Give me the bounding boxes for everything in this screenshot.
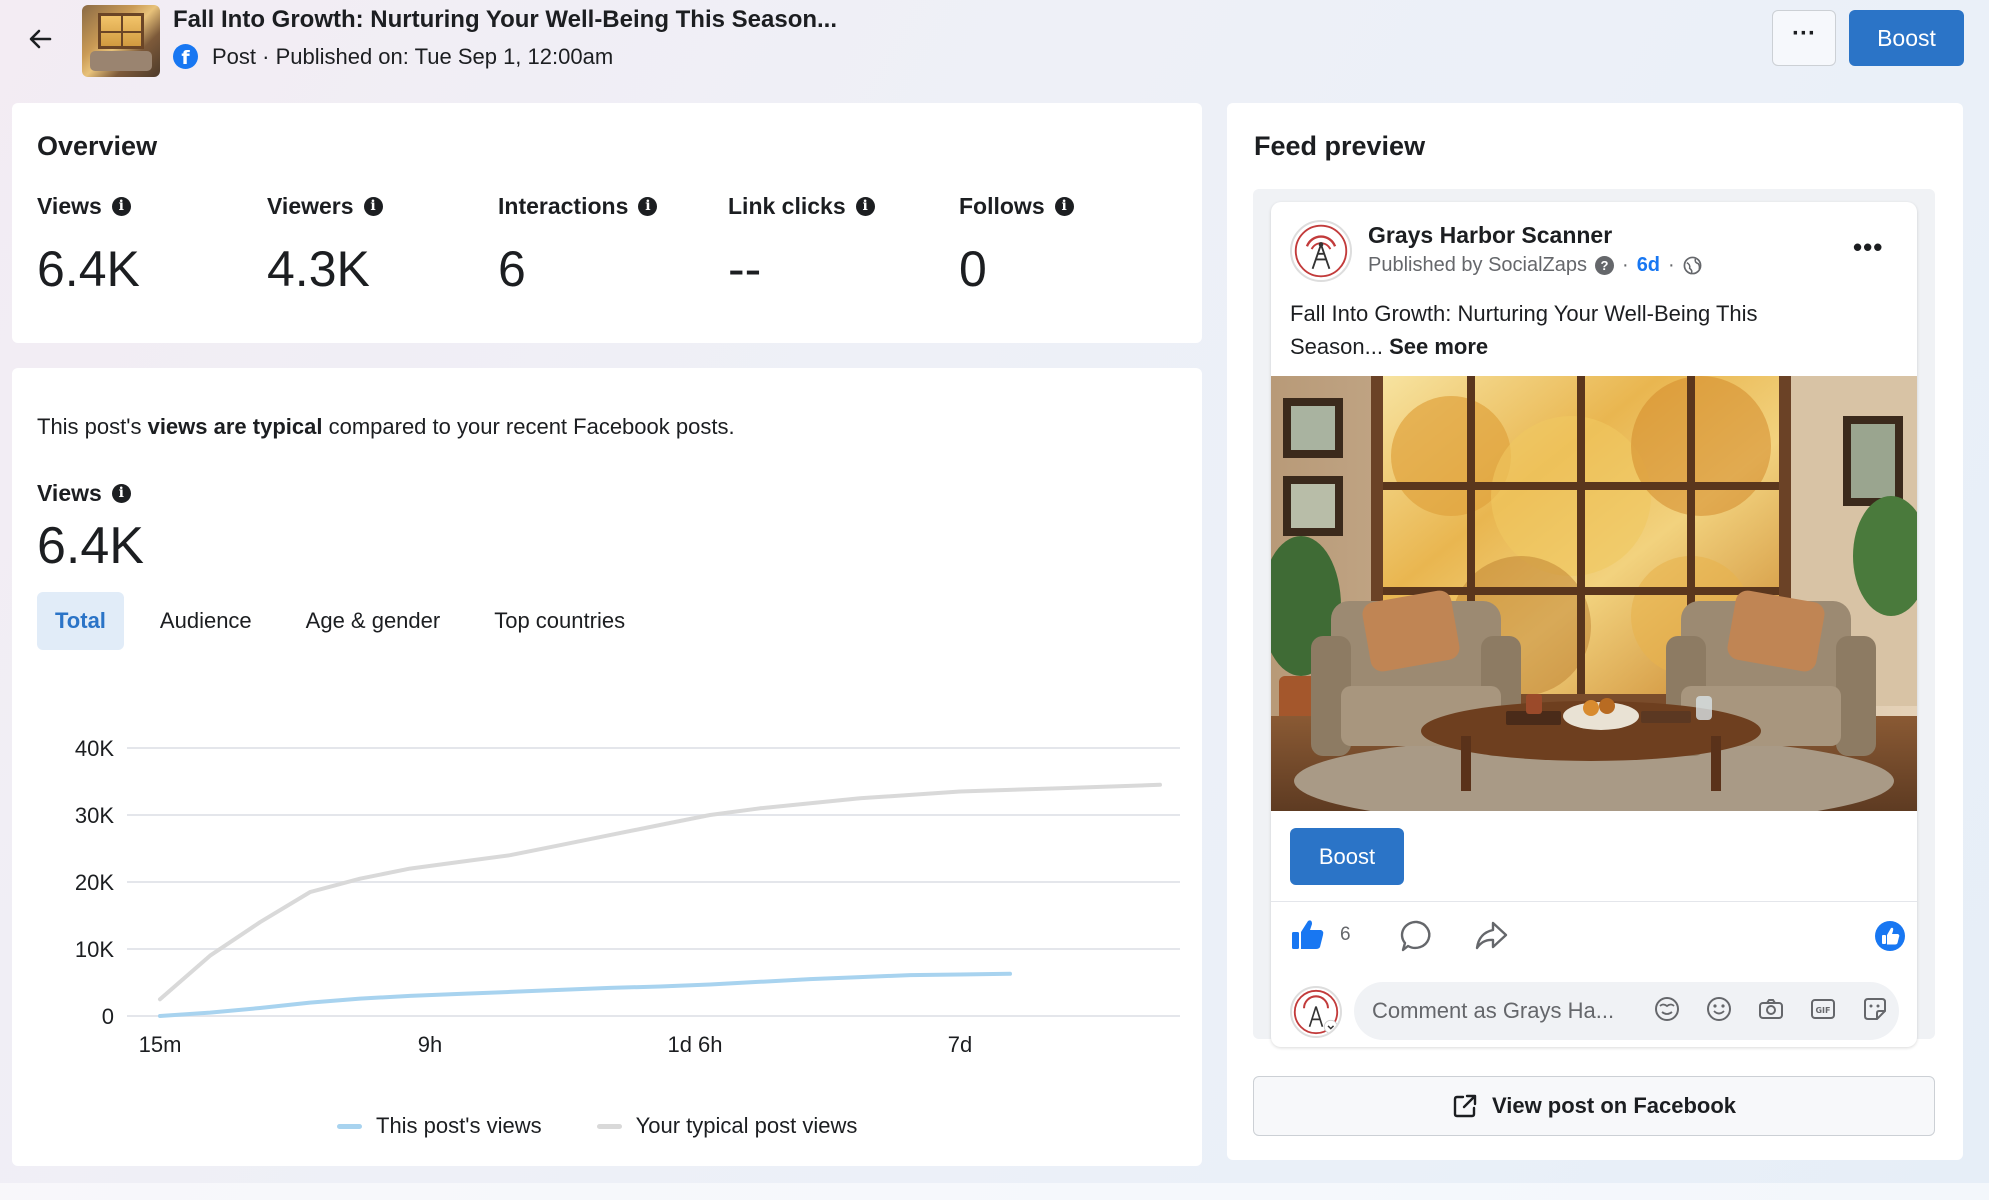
y-tick-label: 20K	[75, 870, 114, 895]
gif-icon[interactable]: GIF	[1808, 994, 1838, 1024]
post-age-link[interactable]: 6d	[1637, 254, 1660, 277]
summary-bold: views are typical	[147, 414, 323, 439]
see-more-link[interactable]: See more	[1389, 334, 1488, 359]
tab-top-countries[interactable]: Top countries	[476, 592, 643, 650]
post-boost-button[interactable]: Boost	[1290, 828, 1404, 885]
metric-interactions: Interactions i 6	[498, 193, 658, 298]
legend-item-this-post: This post's views	[337, 1113, 542, 1139]
metric-label: Viewers	[267, 193, 354, 219]
y-tick-label: 30K	[75, 803, 114, 828]
metric-value: 4.3K	[267, 241, 370, 297]
info-icon[interactable]: i	[1054, 197, 1074, 216]
y-tick-label: 40K	[75, 736, 114, 761]
camera-icon[interactable]	[1756, 994, 1786, 1024]
summary-prefix: This post's	[37, 414, 148, 439]
tab-total[interactable]: Total	[37, 592, 124, 650]
feed-preview-frame: Grays Harbor Scanner Published by Social…	[1253, 189, 1935, 1047]
views-tabs: Total Audience Age & gender Top countrie…	[37, 592, 661, 650]
tab-audience[interactable]: Audience	[142, 592, 270, 650]
avatar-sticker-icon[interactable]	[1652, 994, 1682, 1024]
metric-viewers: Viewers i 4.3K	[267, 193, 383, 298]
x-tick-label: 1d 6h	[667, 1032, 722, 1057]
comment-icon[interactable]	[1400, 919, 1434, 953]
metric-label: Link clicks	[728, 193, 846, 219]
metric-value: 6	[498, 241, 526, 297]
chart-legend: This post's views Your typical post view…	[337, 1113, 857, 1139]
view-on-facebook-label: View post on Facebook	[1491, 1093, 1737, 1118]
typical-summary: This post's views are typical compared t…	[37, 414, 735, 440]
view-on-facebook-button[interactable]: View post on Facebook	[1253, 1076, 1935, 1136]
y-tick-label: 0	[102, 1004, 114, 1029]
page-name[interactable]: Grays Harbor Scanner	[1368, 222, 1612, 249]
legend-label: Your typical post views	[635, 1113, 858, 1138]
question-icon[interactable]: ?	[1595, 256, 1615, 275]
series-line-this-post	[158, 971, 1012, 1018]
tab-age-gender[interactable]: Age & gender	[288, 592, 459, 650]
divider	[1271, 901, 1917, 902]
published-by-text: Published by SocialZaps	[1368, 254, 1588, 276]
page-header: Fall Into Growth: Nurturing Your Well-Be…	[0, 0, 1989, 90]
y-tick-label: 10K	[75, 937, 114, 962]
metric-follows: Follows i 0	[959, 193, 1074, 298]
post-image[interactable]	[1271, 376, 1917, 811]
legend-item-typical: Your typical post views	[596, 1113, 858, 1139]
summary-suffix: compared to your recent Facebook posts.	[322, 414, 735, 439]
feed-preview-title: Feed preview	[1254, 131, 1426, 161]
back-arrow-icon[interactable]	[24, 22, 58, 56]
post-text: Fall Into Growth: Nurturing Your Well-Be…	[1290, 297, 1850, 363]
share-icon[interactable]	[1473, 919, 1509, 953]
post-text-body: Fall Into Growth: Nurturing Your Well-Be…	[1290, 301, 1758, 359]
metric-value: 0	[959, 241, 987, 297]
boost-button[interactable]: Boost	[1849, 10, 1964, 66]
like-count: 6	[1340, 924, 1351, 945]
legend-label: This post's views	[376, 1113, 542, 1138]
metric-label: Views	[37, 193, 102, 219]
published-by: Published by SocialZaps ? · 6d ·	[1368, 254, 1702, 277]
views-value: 6.4K	[37, 517, 144, 575]
overview-title: Overview	[37, 131, 158, 161]
globe-icon	[1683, 256, 1702, 275]
x-tick-label: 15m	[139, 1032, 182, 1057]
info-icon[interactable]: i	[111, 484, 131, 503]
metric-label: Follows	[959, 193, 1045, 219]
more-options-button[interactable]: ···	[1772, 10, 1836, 66]
overview-card: Overview Views i 6.4K Viewers i 4.3K Inter…	[12, 103, 1202, 343]
legend-swatch	[337, 1123, 362, 1129]
metric-value: 6.4K	[37, 241, 140, 297]
x-tick-label: 7d	[948, 1032, 972, 1057]
commenter-avatar-icon[interactable]	[1290, 986, 1342, 1038]
metric-value: --	[728, 241, 762, 297]
bottom-strip	[0, 1183, 1989, 1200]
legend-swatch	[596, 1123, 622, 1129]
post-options-icon[interactable]: •••	[1853, 232, 1883, 263]
info-icon[interactable]: i	[638, 197, 658, 216]
post-title: Fall Into Growth: Nurturing Your Well-Be…	[173, 6, 838, 33]
like-reaction-icon[interactable]	[1874, 920, 1906, 952]
post-meta: Post · Published on: Tue Sep 1, 12:00am	[212, 44, 614, 69]
series-line-typical	[158, 782, 1162, 1002]
svg-text:GIF: GIF	[1815, 1006, 1830, 1015]
info-icon[interactable]: i	[855, 197, 875, 216]
info-icon[interactable]: i	[111, 197, 131, 216]
emoji-icon[interactable]	[1704, 994, 1734, 1024]
metric-label: Interactions	[498, 193, 629, 219]
comment-row: Comment as Grays Ha... GIF	[1290, 980, 1900, 1042]
facebook-post-preview: Grays Harbor Scanner Published by Social…	[1271, 202, 1917, 1047]
x-tick-label: 9h	[418, 1032, 442, 1057]
views-card: This post's views are typical compared t…	[12, 368, 1202, 1166]
info-icon[interactable]: i	[363, 197, 383, 216]
views-label: Views i	[37, 480, 131, 507]
page-avatar-icon[interactable]	[1290, 220, 1352, 282]
facebook-icon: f	[173, 44, 198, 69]
sticker-icon[interactable]	[1860, 994, 1890, 1024]
metric-link-clicks: Link clicks i --	[728, 193, 875, 298]
metric-views: Views i 6.4K	[37, 193, 140, 298]
views-label-text: Views	[37, 480, 102, 506]
external-link-icon	[1453, 1094, 1477, 1118]
reaction-row: 6	[1290, 914, 1910, 958]
like-icon[interactable]	[1290, 918, 1326, 952]
feed-preview-card: Feed preview Grays Harbor Scanner Publis…	[1227, 103, 1963, 1160]
views-chart: 40K 30K 20K 10K 0 15m 9h 1d 6h 7d	[75, 736, 1180, 1057]
post-thumbnail	[82, 5, 160, 77]
